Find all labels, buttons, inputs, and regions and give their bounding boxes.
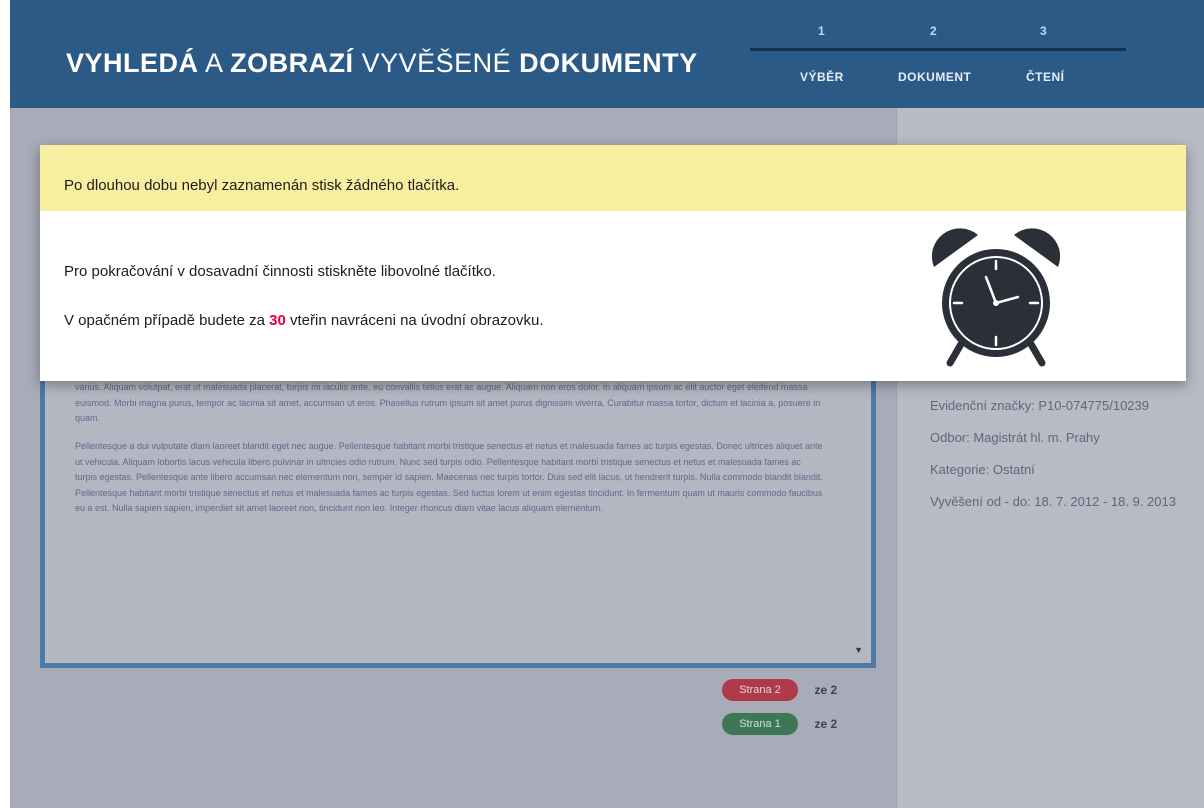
timeout-notice: V opačném případě budete za 30 vteřin na… bbox=[64, 312, 544, 329]
step-number-1: 1 bbox=[818, 24, 825, 38]
prev-page-button[interactable]: Strana 1 bbox=[722, 713, 798, 735]
page-title: VYHLEDÁ A ZOBRAZÍ VYVĚŠENÉ DOKUMENTY bbox=[66, 48, 698, 78]
inactivity-dialog[interactable]: Po dlouhou dobu nebyl zaznamenán stisk ž… bbox=[40, 145, 1186, 381]
scroll-down-icon[interactable]: ▼ bbox=[854, 645, 863, 655]
document-viewer[interactable]: consectetur quis. In eros ante, condimen… bbox=[40, 336, 876, 668]
evidence-number: Evidenční značky: P10-074775/10239 bbox=[930, 398, 1149, 413]
department: Odbor: Magistrát hl. m. Prahy bbox=[930, 430, 1100, 445]
step-number-3: 3 bbox=[1040, 24, 1047, 38]
pager-next: Strana 2 ze 2 bbox=[722, 679, 837, 701]
alarm-clock-icon bbox=[931, 228, 1061, 367]
step-progress-line bbox=[750, 48, 1126, 51]
step-label-vyber: VÝBĚR bbox=[800, 70, 844, 84]
app-header: VYHLEDÁ A ZOBRAZÍ VYVĚŠENÉ DOKUMENTY 1 2… bbox=[10, 0, 1204, 108]
document-paragraph: Pellentesque a dui vulputate diam laoree… bbox=[75, 440, 823, 514]
continue-instruction: Pro pokračování v dosavadní činnosti sti… bbox=[64, 263, 496, 280]
page-count: ze 2 bbox=[814, 717, 838, 731]
posting-period: Vyvěšení od - do: 18. 7. 2012 - 18. 9. 2… bbox=[930, 494, 1176, 509]
category: Kategorie: Ostatní bbox=[930, 462, 1035, 477]
step-number-2: 2 bbox=[930, 24, 937, 38]
page-count: ze 2 bbox=[814, 683, 838, 697]
countdown-seconds: 30 bbox=[269, 312, 286, 329]
pager-prev: Strana 1 ze 2 bbox=[722, 713, 837, 735]
warning-banner: Po dlouhou dobu nebyl zaznamenán stisk ž… bbox=[40, 145, 1186, 211]
step-label-cteni: ČTENÍ bbox=[1026, 70, 1065, 84]
next-page-button[interactable]: Strana 2 bbox=[722, 679, 798, 701]
step-label-dokument: DOKUMENT bbox=[898, 70, 972, 84]
warning-message: Po dlouhou dobu nebyl zaznamenán stisk ž… bbox=[64, 177, 460, 194]
